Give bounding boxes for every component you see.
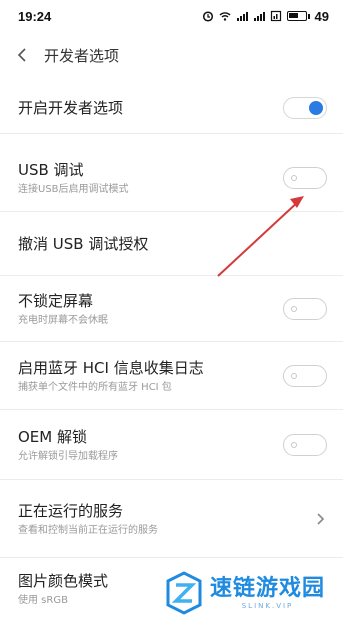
- row-texts: OEM 解锁 允许解锁引导加载程序: [18, 427, 118, 463]
- row-enable-developer-options[interactable]: 开启开发者选项: [0, 82, 343, 134]
- row-texts: 撤消 USB 调试授权: [18, 234, 148, 254]
- row-subtitle: 查看和控制当前正在运行的服务: [18, 524, 158, 536]
- battery-icon: [286, 11, 307, 21]
- wifi-icon: [219, 12, 231, 21]
- row-running-services[interactable]: 正在运行的服务 查看和控制当前正在运行的服务: [0, 480, 343, 558]
- row-stay-awake[interactable]: 不锁定屏幕 充电时屏幕不会休眠: [0, 276, 343, 342]
- status-time: 19:24: [18, 8, 52, 24]
- row-texts: 正在运行的服务 查看和控制当前正在运行的服务: [18, 501, 158, 537]
- signal-icon: [270, 10, 281, 22]
- toggle-switch[interactable]: [283, 364, 327, 387]
- row-bluetooth-hci-log[interactable]: 启用蓝牙 HCI 信息收集日志 捕获单个文件中的所有蓝牙 HCI 包: [0, 342, 343, 410]
- battery-tip: [307, 13, 310, 19]
- row-subtitle: 捕获单个文件中的所有蓝牙 HCI 包: [18, 381, 172, 393]
- watermark-text: 速链游戏园 SLINK.VIP: [210, 576, 325, 610]
- status-bar: 19:24 49: [0, 0, 343, 32]
- row-title: 不锁定屏幕: [18, 291, 94, 310]
- row-title: USB 调试: [18, 160, 84, 179]
- row-texts: 图片颜色模式 使用 sRGB: [18, 571, 108, 607]
- toggle-switch[interactable]: [283, 297, 327, 320]
- chevron-right-icon: [317, 512, 325, 525]
- toggle-knob: [291, 372, 297, 379]
- watermark: 速链游戏园 SLINK.VIP: [160, 565, 343, 620]
- row-title: 撤消 USB 调试授权: [18, 234, 149, 253]
- chevron-left-icon: [17, 48, 26, 62]
- toggle-knob: [291, 441, 297, 448]
- status-icons: 49: [202, 9, 329, 24]
- alarm-icon: [202, 11, 213, 22]
- row-texts: 开启开发者选项: [18, 98, 123, 118]
- watermark-main: 速链游戏园: [210, 575, 326, 601]
- signal-icon: [253, 12, 265, 21]
- row-subtitle: 允许解锁引导加载程序: [18, 450, 118, 462]
- row-texts: USB 调试 连接USB后启用调试模式: [18, 160, 129, 196]
- row-texts: 启用蓝牙 HCI 信息收集日志 捕获单个文件中的所有蓝牙 HCI 包: [18, 358, 204, 394]
- row-title: 启用蓝牙 HCI 信息收集日志: [18, 358, 204, 377]
- row-subtitle: 充电时屏幕不会休眠: [18, 314, 108, 326]
- row-title: OEM 解锁: [18, 427, 87, 446]
- row-title: 正在运行的服务: [18, 501, 124, 520]
- row-title: 图片颜色模式: [18, 572, 109, 590]
- page-title: 开发者选项: [44, 46, 120, 65]
- battery-level: 49: [314, 8, 329, 24]
- toggle-switch[interactable]: [283, 433, 327, 456]
- back-button[interactable]: [0, 32, 44, 78]
- toggle-switch[interactable]: [283, 96, 327, 119]
- row-subtitle: 连接USB后启用调试模式: [18, 183, 129, 195]
- watermark-sub: SLINK.VIP: [241, 601, 294, 610]
- toggle-knob: [309, 100, 323, 115]
- row-usb-debugging[interactable]: USB 调试 连接USB后启用调试模式: [0, 144, 343, 212]
- watermark-logo-icon: [166, 570, 202, 615]
- toggle-knob: [291, 174, 297, 181]
- signal-icon: [236, 12, 248, 21]
- row-revoke-usb-auth[interactable]: 撤消 USB 调试授权: [0, 212, 343, 276]
- row-title: 开启开发者选项: [18, 98, 124, 117]
- row-texts: 不锁定屏幕 充电时屏幕不会休眠: [18, 291, 108, 327]
- toggle-knob: [291, 305, 297, 312]
- row-subtitle: 使用 sRGB: [18, 595, 68, 606]
- header: 开发者选项: [0, 32, 343, 78]
- toggle-switch[interactable]: [283, 166, 327, 189]
- row-oem-unlock[interactable]: OEM 解锁 允许解锁引导加载程序: [0, 410, 343, 480]
